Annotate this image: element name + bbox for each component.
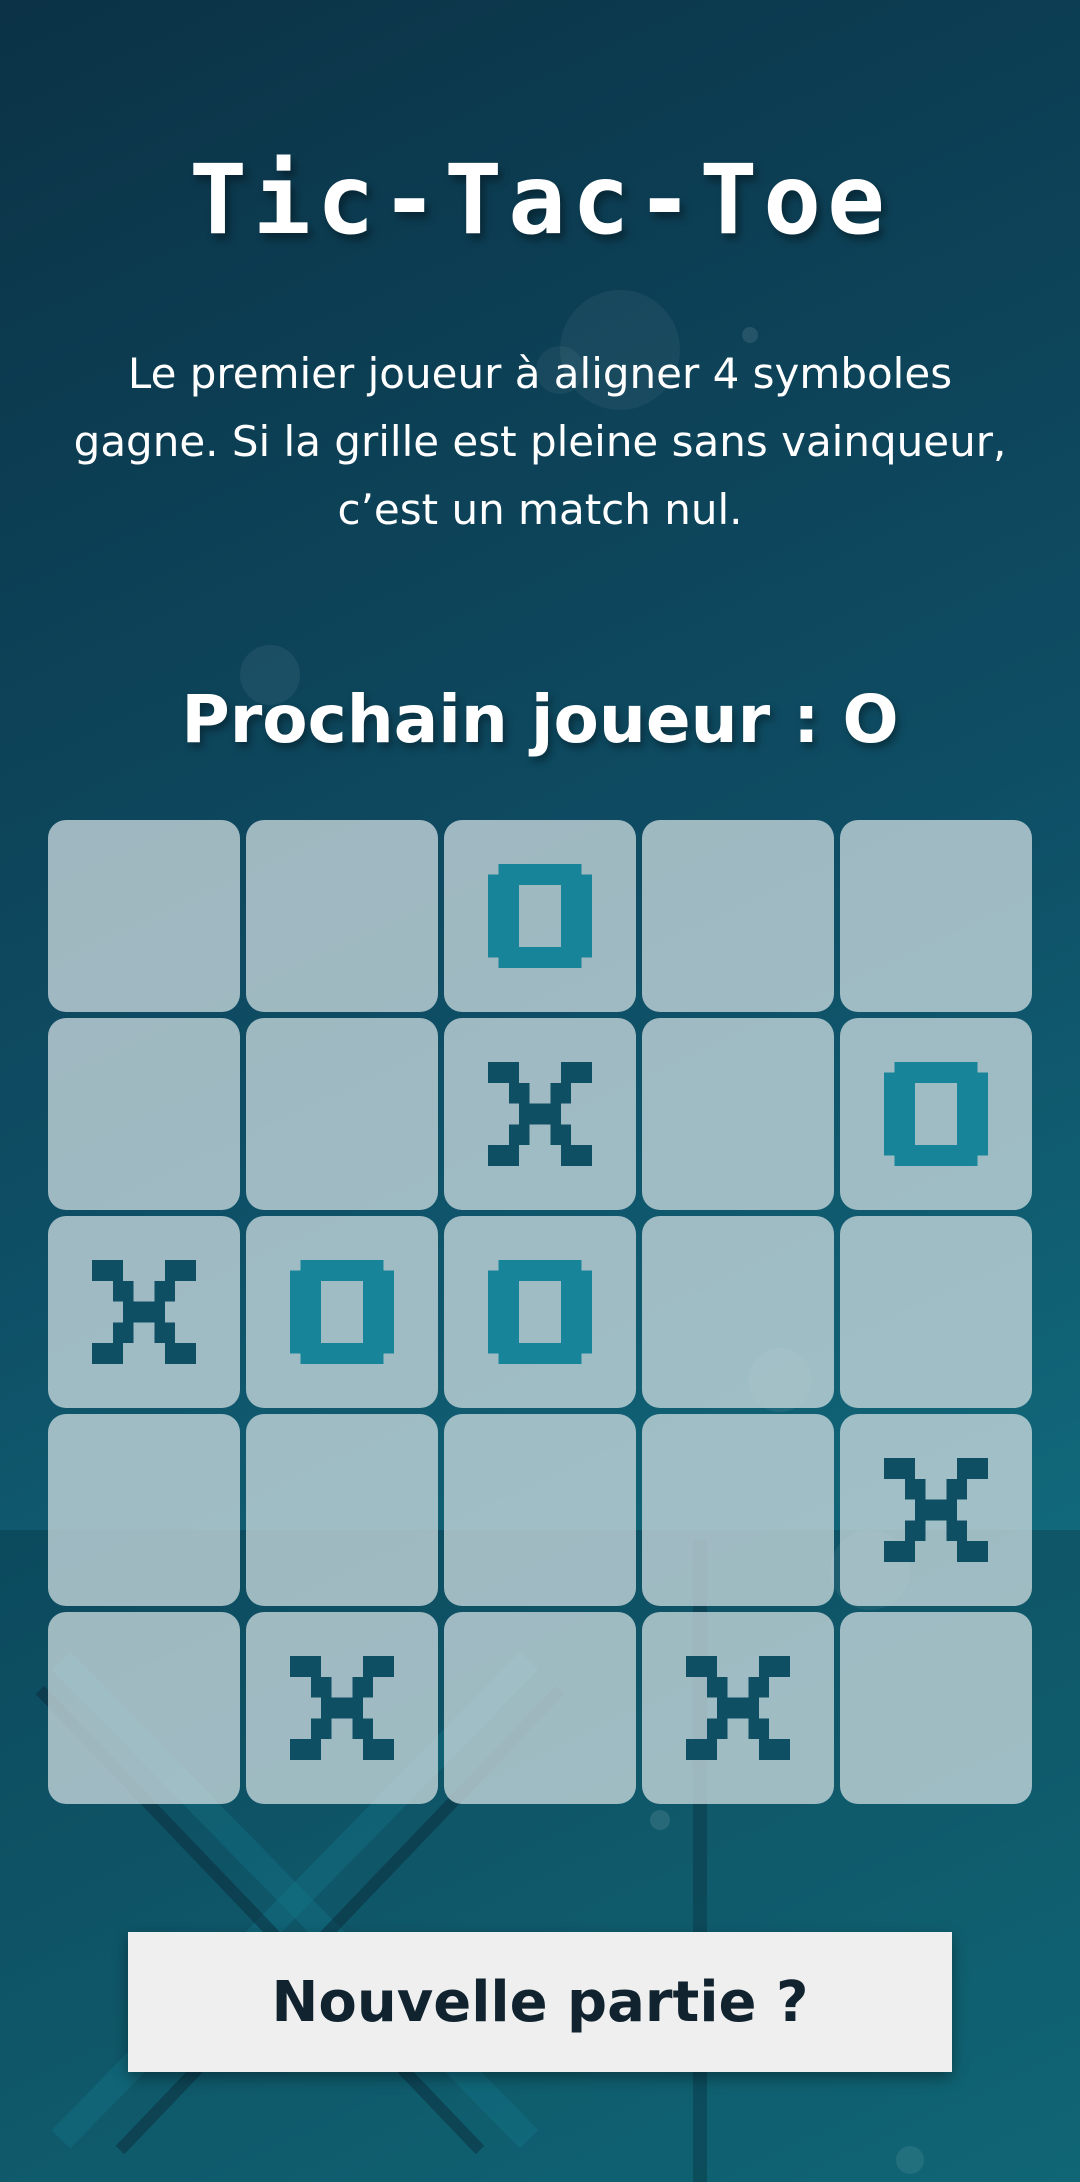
- board-cell-r1-c5[interactable]: [840, 820, 1032, 1012]
- board-cell-r3-c1[interactable]: [48, 1216, 240, 1408]
- x-mark-icon: [290, 1656, 394, 1760]
- board-cell-r5-c5[interactable]: [840, 1612, 1032, 1804]
- board-cell-r3-c2[interactable]: [246, 1216, 438, 1408]
- new-game-button[interactable]: Nouvelle partie ?: [128, 1932, 952, 2072]
- board-cell-r2-c2[interactable]: [246, 1018, 438, 1210]
- board-cell-r4-c5[interactable]: [840, 1414, 1032, 1606]
- board-cell-r5-c4[interactable]: [642, 1612, 834, 1804]
- board-cell-r2-c3[interactable]: [444, 1018, 636, 1210]
- board-cell-r4-c2[interactable]: [246, 1414, 438, 1606]
- board-cell-r3-c5[interactable]: [840, 1216, 1032, 1408]
- next-player-status: Prochain joueur : O: [181, 681, 899, 758]
- x-mark-icon: [92, 1260, 196, 1364]
- x-mark-icon: [884, 1458, 988, 1562]
- board-cell-r3-c3[interactable]: [444, 1216, 636, 1408]
- board-cell-r5-c3[interactable]: [444, 1612, 636, 1804]
- board-cell-r5-c2[interactable]: [246, 1612, 438, 1804]
- x-mark-icon: [488, 1062, 592, 1166]
- game-title: Tic-Tac-Toe: [189, 144, 891, 256]
- o-mark-icon: [884, 1062, 988, 1166]
- o-mark-icon: [488, 864, 592, 968]
- board-cell-r4-c4[interactable]: [642, 1414, 834, 1606]
- board-cell-r4-c1[interactable]: [48, 1414, 240, 1606]
- x-mark-icon: [686, 1656, 790, 1760]
- board-cell-r1-c3[interactable]: [444, 820, 636, 1012]
- board-cell-r2-c1[interactable]: [48, 1018, 240, 1210]
- board-cell-r1-c2[interactable]: [246, 820, 438, 1012]
- rules-text: Le premier joueur à aligner 4 symboles g…: [73, 349, 1007, 534]
- board-cell-r2-c5[interactable]: [840, 1018, 1032, 1210]
- board-cell-r1-c4[interactable]: [642, 820, 834, 1012]
- o-mark-icon: [290, 1260, 394, 1364]
- board-cell-r4-c3[interactable]: [444, 1414, 636, 1606]
- game-board: [48, 820, 1034, 1806]
- board-cell-r2-c4[interactable]: [642, 1018, 834, 1210]
- o-mark-icon: [488, 1260, 592, 1364]
- board-cell-r5-c1[interactable]: [48, 1612, 240, 1804]
- board-cell-r3-c4[interactable]: [642, 1216, 834, 1408]
- board-cell-r1-c1[interactable]: [48, 820, 240, 1012]
